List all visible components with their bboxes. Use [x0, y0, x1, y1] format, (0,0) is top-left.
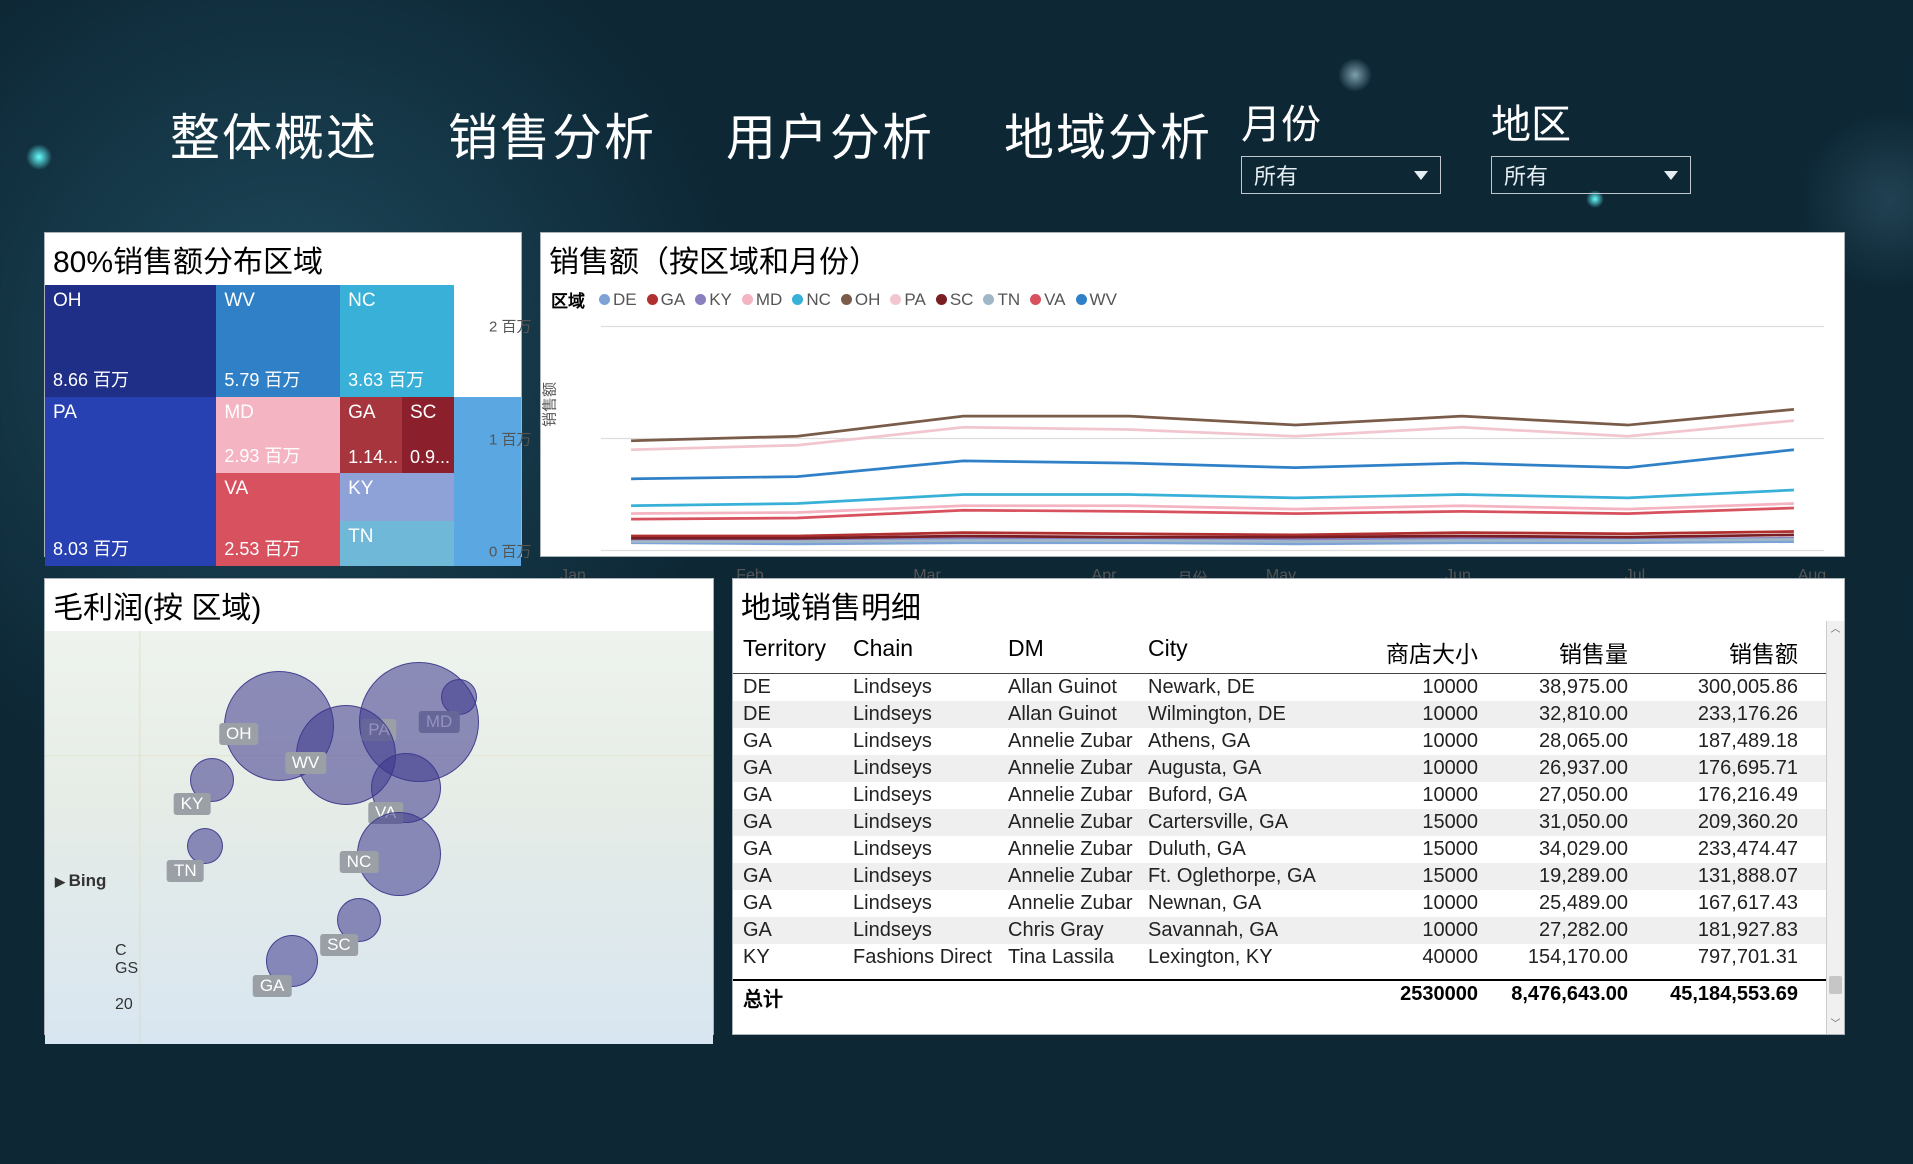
col-qty[interactable]: 销售量 [1478, 635, 1628, 669]
linechart-body[interactable]: 销售额 0 百万1 百万2 百万JanFebMarAprMayJunJulAug [541, 314, 1844, 563]
treemap-cell-NC[interactable]: NC3.63 百万 [340, 285, 454, 397]
legend-item-VA[interactable]: VA [1030, 290, 1065, 310]
legend-title: 区域 [551, 287, 585, 312]
table-total-row: 总计 2530000 8,476,643.00 45,184,553.69 [733, 979, 1844, 1014]
col-dm[interactable]: DM [1008, 635, 1148, 669]
legend-item-OH[interactable]: OH [841, 290, 881, 310]
treemap-card: 80%销售额分布区域 OH8.66 百万PA8.03 百万WV5.79 百万NC… [44, 232, 522, 557]
table-scrollbar[interactable]: ︿ ﹀ [1826, 621, 1844, 1034]
nav-tabs: 整体概述 销售分析 用户分析 地域分析 [170, 98, 1212, 170]
table-row[interactable]: GALindseysAnnelie ZubarCartersville, GA1… [733, 809, 1844, 836]
y-axis-label: 销售额 [539, 381, 560, 426]
treemap-cell-OH[interactable]: OH8.66 百万 [45, 285, 216, 397]
filter-region: 地区 所有 [1491, 92, 1691, 194]
linechart-card: 销售额（按区域和月份） 区域 DE GA KY MD NC OH PA SC TN VA WV 销售… [540, 232, 1845, 557]
legend-item-NC[interactable]: NC [792, 290, 831, 310]
table-body: DELindseysAllan GuinotNewark, DE1000038,… [733, 674, 1844, 979]
map-bubble-TN[interactable] [187, 828, 223, 864]
map-label-OH: OH [219, 723, 259, 745]
filter-month-label: 月份 [1241, 92, 1441, 150]
treemap-cell-PA[interactable]: PA8.03 百万 [45, 397, 216, 566]
tab-overview[interactable]: 整体概述 [170, 98, 378, 170]
filter-region-label: 地区 [1491, 92, 1691, 150]
total-label: 总计 [743, 983, 853, 1012]
legend-item-WV[interactable]: WV [1076, 290, 1117, 310]
map-label-KY: KY [174, 793, 211, 815]
legend-item-DE[interactable]: DE [599, 290, 637, 310]
table-title: 地域销售明细 [733, 579, 1844, 631]
col-size[interactable]: 商店大小 [1348, 635, 1478, 669]
treemap-body[interactable]: OH8.66 百万PA8.03 百万WV5.79 百万NC3.63 百万MD2.… [45, 285, 521, 566]
legend-item-TN[interactable]: TN [983, 290, 1020, 310]
map-scale: CGS20 [115, 942, 138, 1014]
total-size: 2530000 [1348, 983, 1478, 1012]
tab-region[interactable]: 地域分析 [1004, 98, 1212, 170]
treemap-cell-KY[interactable]: KY [340, 473, 454, 521]
line-svg [601, 314, 1824, 563]
tab-users[interactable]: 用户分析 [726, 98, 934, 170]
scroll-thumb[interactable] [1829, 976, 1842, 994]
table-row[interactable]: DELindseysAllan GuinotNewark, DE1000038,… [733, 674, 1844, 701]
treemap-cell-WV[interactable]: WV5.79 百万 [216, 285, 340, 397]
table-row[interactable]: KYFashions DirectTina LassilaLexington, … [733, 944, 1844, 971]
bing-logo: Bing [55, 871, 106, 891]
treemap-cell-SC[interactable]: SC0.9... [402, 397, 454, 473]
table-header: Territory Chain DM City 商店大小 销售量 销售额 [733, 631, 1844, 674]
table-row[interactable]: GALindseysAnnelie ZubarAugusta, GA100002… [733, 755, 1844, 782]
treemap-cell-GA[interactable]: GA1.14... [340, 397, 402, 473]
table-row[interactable]: GALindseysAnnelie ZubarNewnan, GA1000025… [733, 890, 1844, 917]
map-title: 毛利润(按 区域) [45, 579, 713, 631]
treemap-title: 80%销售额分布区域 [45, 233, 521, 285]
table-row[interactable]: GALindseysAnnelie ZubarAthens, GA1000028… [733, 728, 1844, 755]
filters: 月份 所有 地区 所有 [1241, 92, 1691, 194]
map-label-WV: WV [285, 752, 326, 774]
chart-legend: 区域 DE GA KY MD NC OH PA SC TN VA WV [541, 285, 1844, 314]
treemap-cell-MD[interactable]: MD2.93 百万 [216, 397, 340, 473]
map-label-GA: GA [253, 975, 292, 997]
col-city[interactable]: City [1148, 635, 1348, 669]
treemap-cell-TN[interactable]: TN [340, 521, 454, 566]
legend-item-SC[interactable]: SC [936, 290, 974, 310]
map-label-NC: NC [340, 851, 379, 873]
table-row[interactable]: GALindseysAnnelie ZubarFt. Oglethorpe, G… [733, 863, 1844, 890]
map-body[interactable]: Bing CGS20 OHMDPAWVKYVATNNCSCGA [45, 631, 713, 1044]
chevron-down-icon [1414, 171, 1428, 180]
legend-item-KY[interactable]: KY [695, 290, 732, 310]
month-select[interactable]: 所有 [1241, 156, 1441, 194]
legend-item-GA[interactable]: GA [647, 290, 686, 310]
legend-item-MD[interactable]: MD [742, 290, 782, 310]
table-row[interactable]: GALindseysAnnelie ZubarBuford, GA1000027… [733, 782, 1844, 809]
col-sales[interactable]: 销售额 [1628, 635, 1798, 669]
region-value: 所有 [1504, 159, 1548, 191]
treemap-cell-VA[interactable]: VA2.53 百万 [216, 473, 340, 566]
table-row[interactable]: GALindseysChris GraySavannah, GA1000027,… [733, 917, 1844, 944]
filter-month: 月份 所有 [1241, 92, 1441, 194]
region-select[interactable]: 所有 [1491, 156, 1691, 194]
col-territory[interactable]: Territory [743, 635, 853, 669]
table-row[interactable]: GALindseysAnnelie ZubarDuluth, GA1500034… [733, 836, 1844, 863]
col-chain[interactable]: Chain [853, 635, 1008, 669]
table-row[interactable]: DELindseysAllan GuinotWilmington, DE1000… [733, 701, 1844, 728]
scroll-down-icon[interactable]: ﹀ [1827, 1016, 1844, 1034]
map-label-TN: TN [167, 860, 204, 882]
legend-item-PA[interactable]: PA [890, 290, 925, 310]
table-card: 地域销售明细 Territory Chain DM City 商店大小 销售量 … [732, 578, 1845, 1035]
total-sales: 45,184,553.69 [1628, 983, 1798, 1012]
map-card: 毛利润(按 区域) Bing CGS20 OHMDPAWVKYVATNNCSCG… [44, 578, 714, 1035]
scroll-up-icon[interactable]: ︿ [1827, 621, 1844, 639]
linechart-title: 销售额（按区域和月份） [541, 233, 1844, 285]
total-qty: 8,476,643.00 [1478, 983, 1628, 1012]
tab-sales[interactable]: 销售分析 [448, 98, 656, 170]
chevron-down-icon [1664, 171, 1678, 180]
map-label-SC: SC [320, 934, 358, 956]
month-value: 所有 [1254, 159, 1298, 191]
